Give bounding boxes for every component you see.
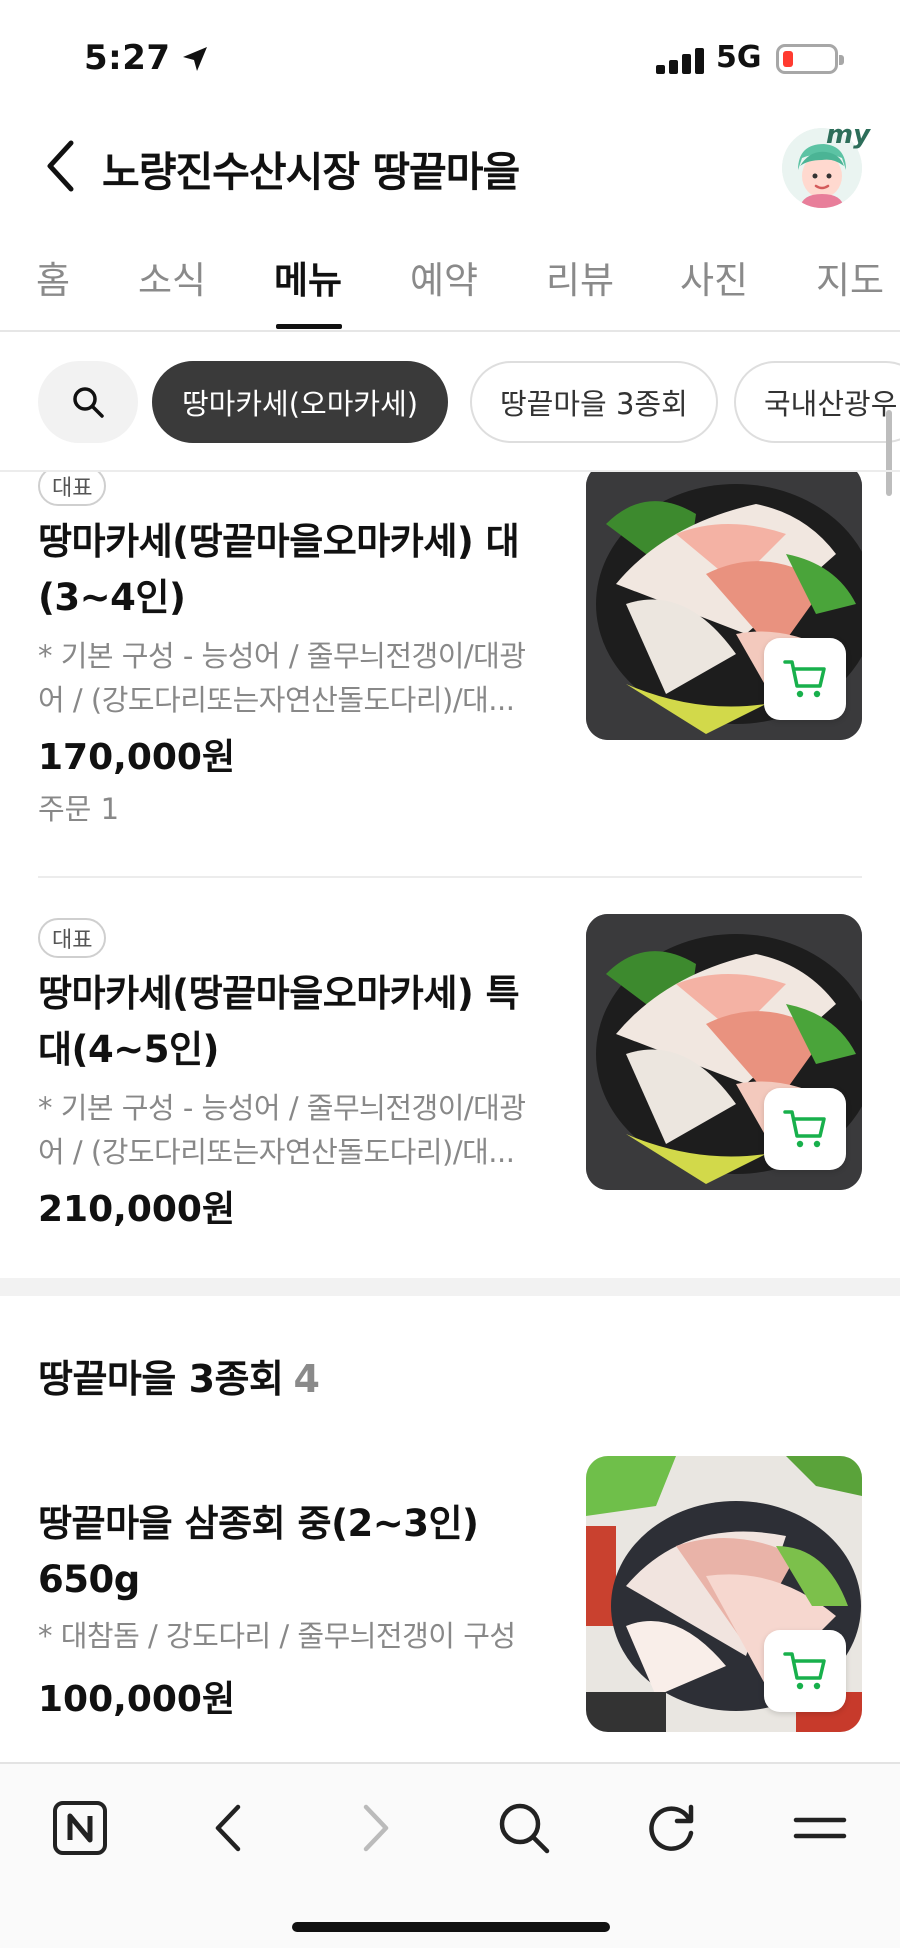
browser-forward-button[interactable]	[336, 1788, 416, 1868]
menu-item-photo[interactable]	[586, 472, 862, 740]
browser-back-icon	[215, 1804, 241, 1852]
section-title: 땅끝마을 3종회 4	[38, 1348, 320, 1403]
active-tab-indicator	[276, 324, 342, 329]
menu-item-price: 170,000원	[38, 737, 236, 778]
menu-item-name-line: (3~4인)	[38, 576, 186, 619]
tab-bar: 홈 소식 메뉴 예약 리뷰 사진 지도	[0, 240, 900, 332]
cart-icon	[783, 1110, 826, 1148]
menu-item-desc-line: 어 / (강도다리또는자연산돌도다리)/대...	[38, 1135, 515, 1169]
menu-item-name-line: 대(4~5인)	[38, 1028, 219, 1071]
menu-item-name-line: 땅마카세(땅끝마을오마카세) 특	[38, 972, 520, 1015]
menu-item-desc-line: * 대참돔 / 강도다리 / 줄무늬전갱이 구성	[38, 1619, 516, 1653]
battery-icon	[776, 44, 844, 74]
menu-item-desc-line: 어 / (강도다리또는자연산돌도다리)/대...	[38, 683, 515, 717]
item-divider	[38, 876, 862, 878]
naver-n-icon	[53, 1801, 107, 1855]
browser-back-button[interactable]	[188, 1788, 268, 1868]
cart-icon	[783, 660, 826, 698]
location-arrow-icon	[183, 47, 207, 71]
section-separator	[0, 1278, 900, 1296]
menu-item-description: * 기본 구성 - 능성어 / 줄무늬전갱이/대광 어 / (강도다리또는자연산…	[38, 634, 548, 722]
menu-item-photo[interactable]	[586, 1456, 862, 1732]
tab-menu[interactable]: 메뉴	[274, 250, 342, 304]
menu-item-photo[interactable]	[586, 914, 862, 1190]
menu-item-name-line: 땅끝마을 삼종회 중(2~3인)	[38, 1502, 479, 1545]
back-button[interactable]	[30, 130, 90, 202]
tab-reviews[interactable]: 리뷰	[546, 250, 614, 304]
browser-search-icon	[499, 1803, 550, 1854]
store-header: 노량진수산시장 땅끝마을 my	[0, 120, 900, 216]
menu-item-name-line: 땅마카세(땅끝마을오마카세) 대	[38, 520, 520, 563]
menu-item-description: * 기본 구성 - 능성어 / 줄무늬전갱이/대광 어 / (강도다리또는자연산…	[38, 1086, 548, 1174]
section-item-count: 4	[293, 1357, 320, 1401]
browser-forward-icon	[363, 1804, 389, 1852]
tab-home[interactable]: 홈	[36, 250, 70, 304]
menu-icon	[793, 1817, 847, 1839]
refresh-button[interactable]	[632, 1788, 712, 1868]
browser-toolbar	[0, 1762, 900, 1948]
avatar-my-label: my	[826, 120, 871, 150]
refresh-icon	[649, 1804, 694, 1851]
signal-icon	[656, 46, 706, 74]
tab-news[interactable]: 소식	[138, 250, 206, 304]
menu-category-chips: 땅마카세(오마카세) 땅끝마을 3종회 국내산광우	[0, 334, 900, 470]
browser-menu-button[interactable]	[780, 1788, 860, 1868]
add-to-cart-button[interactable]	[764, 1630, 846, 1712]
naver-home-button[interactable]	[40, 1788, 120, 1868]
menu-list: 대표 땅마카세(땅끝마을오마카세) 대 (3~4인) * 기본 구성 - 능성어…	[0, 472, 900, 1762]
section-title-text: 땅끝마을 3종회	[38, 1357, 284, 1401]
search-icon	[73, 387, 104, 418]
browser-search-button[interactable]	[484, 1788, 564, 1868]
chip-domestic-flatfish[interactable]: 국내산광우	[734, 361, 900, 443]
menu-item-name-line: 650g	[38, 1558, 140, 1601]
network-type: 5G	[716, 40, 762, 75]
tab-reservation[interactable]: 예약	[410, 250, 478, 304]
add-to-cart-button[interactable]	[764, 638, 846, 720]
menu-item-price: 100,000원	[38, 1679, 236, 1720]
menu-item-name: 땅끝마을 삼종회 중(2~3인) 650g	[38, 1496, 558, 1608]
menu-item-price: 210,000원	[38, 1189, 236, 1230]
page-title: 노량진수산시장 땅끝마을	[102, 148, 520, 196]
chip-omakase[interactable]: 땅마카세(오마카세)	[152, 361, 449, 443]
signature-badge: 대표	[38, 918, 107, 958]
menu-item-orders: 주문 1	[38, 792, 120, 826]
home-indicator[interactable]	[292, 1922, 610, 1932]
back-chevron-icon	[47, 140, 74, 192]
chip-3-kinds-sashimi[interactable]: 땅끝마을 3종회	[470, 361, 718, 443]
menu-item-name: 땅마카세(땅끝마을오마카세) 특 대(4~5인)	[38, 966, 558, 1078]
signature-badge: 대표	[38, 472, 107, 506]
menu-item-desc-line: * 기본 구성 - 능성어 / 줄무늬전갱이/대광	[38, 639, 526, 673]
status-bar: 5:27 5G	[0, 0, 900, 120]
tab-photos[interactable]: 사진	[680, 250, 748, 304]
menu-search-button[interactable]	[38, 361, 138, 443]
menu-item-description: * 대참돔 / 강도다리 / 줄무늬전갱이 구성	[38, 1614, 548, 1658]
add-to-cart-button[interactable]	[764, 1088, 846, 1170]
cart-icon	[783, 1652, 826, 1690]
menu-item-desc-line: * 기본 구성 - 능성어 / 줄무늬전갱이/대광	[38, 1091, 526, 1125]
status-time: 5:27	[84, 38, 171, 78]
menu-item-name: 땅마카세(땅끝마을오마카세) 대 (3~4인)	[38, 514, 558, 626]
tab-map[interactable]: 지도	[816, 250, 884, 304]
